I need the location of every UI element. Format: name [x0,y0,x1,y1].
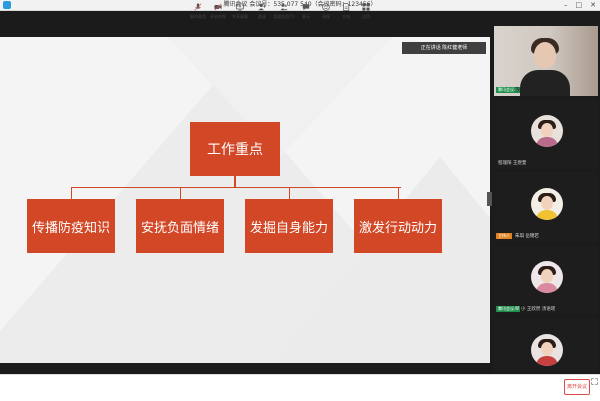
document-icon [343,3,350,11]
chart-child-box: 发掘自身能力 [245,199,333,253]
chart-child-box: 激发行动动力 [354,199,442,253]
chat-button[interactable]: 聊天 [296,3,316,25]
participant-face [534,42,556,68]
connector-line [289,187,290,199]
connector-line [180,187,181,199]
avatar [531,261,563,293]
chat-icon [302,4,310,11]
avatar [531,334,563,366]
background-shape [130,37,430,157]
emoji-icon [322,3,330,11]
close-icon[interactable]: ✕ [590,1,596,9]
expand-icon[interactable] [591,378,598,385]
participant-name: 朱琪 岳锦若 [515,234,539,239]
connector-line [71,187,72,199]
connector-line [71,187,401,188]
participant-name: 陈红健老师 [515,88,538,93]
chart-child-box: 安抚负面情绪 [136,199,224,253]
participant-name: 程瑞阳 王煜萱 [498,161,527,166]
speaking-indicator: 正在讲话 陈红健老师 [402,42,486,54]
share-screen-icon [236,3,244,11]
manage-members-button[interactable]: 管理成员(5) [273,3,295,25]
document-button[interactable]: 文档 [336,3,356,25]
minimize-icon[interactable]: – [564,1,568,9]
leave-meeting-button[interactable]: 离开会议 [564,379,590,395]
invite-button[interactable]: 邀请 [252,3,272,25]
avatar [531,188,563,220]
chart-root-box: 工作重点 [190,122,280,176]
apps-icon [362,3,370,11]
chart-child-box: 传播防疫知识 [27,199,115,253]
participants-panel: 腾讯会议人 陈红健老师 程瑞阳 王煜萱 主持人 朱琪 岳锦若 腾讯会议人 单 小… [492,23,600,388]
participant-tile[interactable]: 程瑞阳 王煜萱 [494,99,598,169]
participant-tile[interactable]: 腾讯会议人 单 小 王欣然 汤语瑶 [494,245,598,315]
emoji-button[interactable]: 表情 [316,3,336,25]
share-screen-button[interactable]: 共享屏幕 [230,3,250,25]
invite-icon [258,3,266,11]
connector-line [398,187,399,199]
mute-button[interactable]: 解除静音 [188,3,208,25]
meeting-toolbar [0,374,600,401]
participant-tile[interactable]: 主持人 朱琪 岳锦若 [494,172,598,242]
maximize-icon[interactable]: □ [576,1,583,9]
video-button[interactable]: 开启视频 [208,3,228,25]
members-icon [280,3,288,11]
participant-name: 单 小 王欣然 汤语瑶 [515,307,556,312]
apps-button[interactable]: 应用 [356,3,376,25]
role-badge: 主持人 [496,233,512,239]
camera-icon [214,3,222,11]
mic-icon [194,3,202,11]
avatar [531,115,563,147]
video-tile[interactable]: 腾讯会议人 陈红健老师 [494,26,598,96]
window-controls: – □ ✕ [564,1,596,9]
